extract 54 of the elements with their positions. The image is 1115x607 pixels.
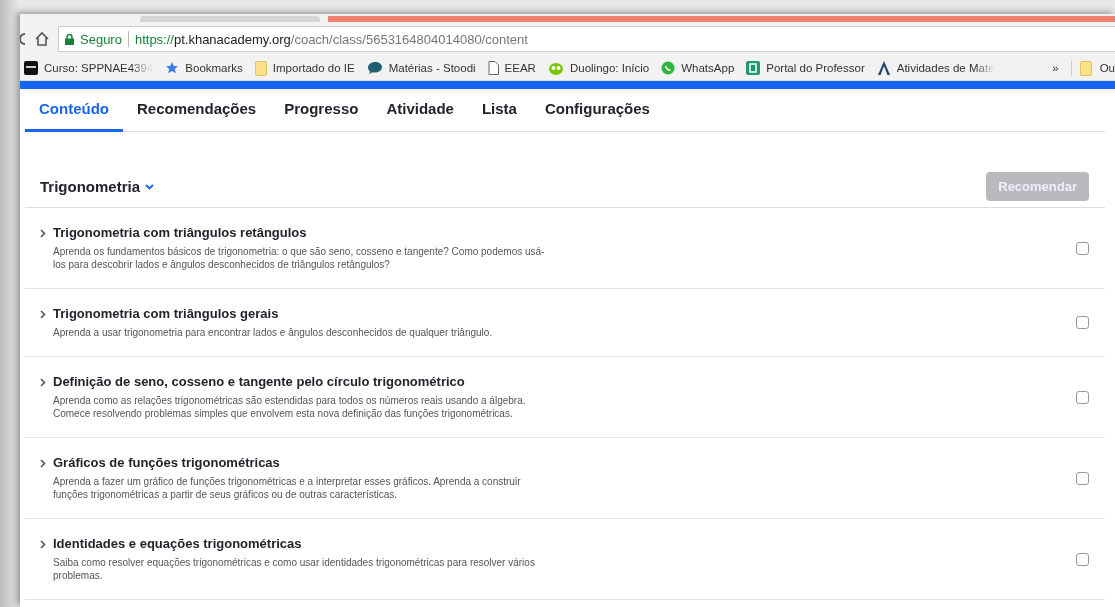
- topic-title[interactable]: Identidades e equações trigonométricas: [53, 536, 1076, 552]
- page-icon: [487, 61, 499, 75]
- nav-tab[interactable]: Configurações: [530, 89, 664, 132]
- chat-icon: [661, 61, 676, 75]
- bookmark-label[interactable]: Atividades de Mate: [896, 62, 995, 74]
- topic-description: Saiba como resolver equações trigonométricas e como usar identidades trigonométricas para resolver vários problemas.: [53, 556, 536, 582]
- address-bar[interactable]: Seguro https://pt.khanacademy.org/coach/class/5653164804014080/content: [58, 26, 1115, 52]
- home-icon[interactable]: [34, 31, 50, 47]
- bookmark-label[interactable]: Bookmarks: [185, 62, 243, 74]
- nav-tab[interactable]: Atividade: [372, 89, 468, 132]
- topic-title[interactable]: Definição de seno, cosseno e tangente pelo círculo trigonométrico: [53, 374, 1076, 390]
- bookmark-label[interactable]: Importado do IE: [272, 62, 355, 74]
- course-logo-icon: [24, 61, 38, 75]
- bookmark-label[interactable]: Matérias - Stoodi: [388, 62, 476, 74]
- topic-title[interactable]: Trigonometria com triângulos retângulos: [53, 225, 1076, 241]
- chevron-down-icon[interactable]: [145, 183, 154, 190]
- bookmark-label[interactable]: Portal do Professor: [766, 62, 865, 74]
- chevron-right-icon[interactable]: [40, 378, 46, 387]
- owl-icon: [547, 60, 564, 76]
- folder-icon: [254, 60, 267, 76]
- nav-tab[interactable]: Progresso: [270, 89, 373, 132]
- chevron-right-icon[interactable]: [40, 459, 46, 468]
- chevron-right-icon[interactable]: [40, 229, 46, 238]
- url-text: https://pt.khanacademy.org/coach/class/5653164804014080/content: [134, 31, 528, 47]
- chevron-right-icon[interactable]: [40, 540, 46, 549]
- bookmark-label[interactable]: WhatsApp: [681, 62, 735, 74]
- topic-title[interactable]: Gráficos de funções trigonométricas: [53, 455, 1076, 471]
- nav-tab[interactable]: Recomendações: [123, 89, 271, 132]
- star-icon: [165, 61, 180, 75]
- topic-checkbox[interactable]: [1076, 316, 1089, 329]
- topic-description: Aprenda os fundamentos básicos de trigonometria: o que são seno, cosseno e tangente? Como podemos usá-los para descobrir lados e ângulos desconhecidos de triângulos retângulos?: [53, 245, 546, 271]
- topic-description: Aprenda a usar trigonometria para encontrar lados e ângulos desconhecidos de qualquer triângulo.: [53, 326, 494, 339]
- topic-description: Aprenda como as relações trigonométricas são estendidas para todos os números reais usando a álgebra. Comece resolvendo problemas simples que envolvem esta nova definição das funções trigonométricas.: [53, 394, 527, 420]
- topic-checkbox[interactable]: [1076, 241, 1089, 255]
- nav-tab[interactable]: Conteúdo: [25, 89, 123, 132]
- subject-title[interactable]: Trigonometria: [40, 178, 140, 195]
- letter-a-logo-icon: [876, 60, 891, 76]
- topic-description: Aprenda a fazer um gráfico de funções trigonométricas e a interpretar esses gráficos. Aprenda a construir funções trigonométricas a partir de seus gráficos ou de outras características.: [53, 475, 522, 501]
- secure-label: Seguro: [80, 31, 122, 47]
- speech-bubble-icon: [366, 61, 383, 75]
- nav-tab[interactable]: Lista: [467, 89, 531, 132]
- topic-checkbox[interactable]: [1076, 552, 1089, 566]
- bookmark-label[interactable]: Curso: SPPNAE4394: [44, 62, 154, 74]
- bookmark-label[interactable]: Duolingo: Início: [569, 62, 650, 74]
- bookmark-label[interactable]: Ou: [1099, 62, 1115, 74]
- topic-checkbox[interactable]: [1076, 471, 1089, 485]
- folder-icon: [1079, 60, 1092, 76]
- chevron-right-icon[interactable]: [40, 310, 46, 319]
- portal-logo-icon: [746, 61, 761, 75]
- bookmark-label[interactable]: EEAR: [504, 62, 536, 74]
- more-bookmarks-button[interactable]: »: [1052, 62, 1059, 74]
- lock-icon: [65, 33, 74, 45]
- topic-checkbox[interactable]: [1076, 390, 1089, 404]
- topic-title[interactable]: Trigonometria com triângulos gerais: [53, 306, 1076, 322]
